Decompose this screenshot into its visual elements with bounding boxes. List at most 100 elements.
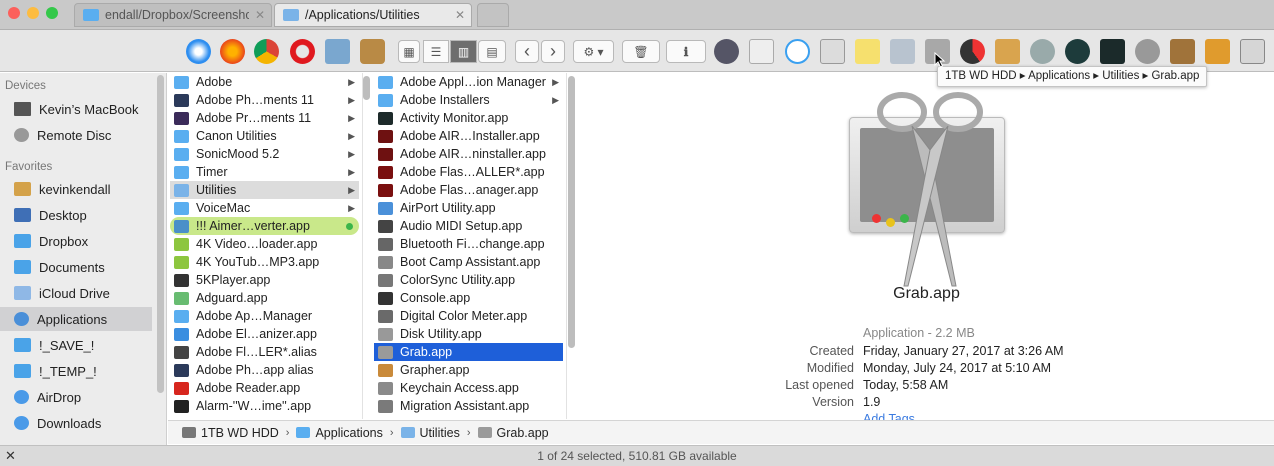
column-item[interactable]: SonicMood 5.2 ▶	[170, 145, 359, 163]
column-item[interactable]: Adobe Installers ▶	[374, 91, 563, 109]
column-item[interactable]: AirPort Utility.app	[374, 199, 563, 217]
view-column-mode-button[interactable]: ▥	[450, 40, 477, 63]
column-item[interactable]: Adobe Appl…ion Manager ▶	[374, 73, 563, 91]
column-item[interactable]: 4K YouTub…MP3.app	[170, 253, 359, 271]
column-1-scrollbar[interactable]	[363, 76, 370, 100]
view-list-mode-button[interactable]: ☰	[423, 40, 449, 63]
pocket-app-icon[interactable]	[785, 39, 810, 64]
sidebar-item-macbook[interactable]: Kevin’s MacBook	[0, 97, 152, 121]
image-capture-icon[interactable]	[890, 39, 915, 64]
firefox-icon[interactable]	[220, 39, 245, 64]
opera-icon[interactable]	[290, 39, 315, 64]
column-item[interactable]: Adobe Flas…anager.app	[374, 181, 563, 199]
close-tab-icon[interactable]: ✕	[255, 8, 265, 22]
column-item-label: Console.app	[400, 291, 471, 305]
column-item[interactable]: Activity Monitor.app	[374, 109, 563, 127]
stickies-icon[interactable]	[855, 39, 880, 64]
view-icon-mode-button[interactable]: ▦	[398, 40, 420, 63]
column-item[interactable]: Canon Utilities ▶	[170, 127, 359, 145]
sidebar-item-home[interactable]: kevinkendall	[0, 177, 152, 201]
sidebar-item-airdrop[interactable]: AirDrop	[0, 385, 152, 409]
column-item[interactable]: VoiceMac ▶	[170, 199, 359, 217]
column-item[interactable]: Timer ▶	[170, 163, 359, 181]
column-2-scrollbar[interactable]	[568, 76, 575, 348]
list-app-icon[interactable]	[820, 39, 845, 64]
back-button[interactable]: ‹	[515, 40, 539, 63]
minimize-window-button[interactable]	[27, 7, 39, 19]
column-item-label: Adobe Flas…ALLER*.app	[400, 165, 545, 179]
sidebar-item-dropbox[interactable]: Dropbox	[0, 229, 152, 253]
trash-button[interactable]: 🗑	[622, 40, 660, 63]
path-segment[interactable]: Grab.app	[477, 426, 549, 440]
sidebar-item-desktop[interactable]: Desktop	[0, 203, 152, 227]
disk-utility-icon[interactable]	[1170, 39, 1195, 64]
network-radar-icon[interactable]	[960, 39, 985, 64]
column-utilities: Adobe Appl…ion Manager ▶ Adobe Installers ▶…	[372, 73, 567, 419]
column-item[interactable]: Grab.app	[374, 343, 563, 361]
column-item[interactable]: Migration Assistant.app	[374, 397, 563, 415]
column-item[interactable]: Adobe ▶	[170, 73, 359, 91]
get-info-button[interactable]: ℹ	[666, 40, 706, 63]
path-segment[interactable]: Utilities	[400, 426, 460, 440]
column-item[interactable]: !!! Aimer…verter.app	[170, 217, 359, 235]
column-item[interactable]: Adobe AIR…Installer.app	[374, 127, 563, 145]
printer-icon[interactable]	[1240, 39, 1265, 64]
utility-tools-icon[interactable]	[1135, 39, 1160, 64]
column-item[interactable]: Grapher.app	[374, 361, 563, 379]
radar-icon[interactable]	[1065, 39, 1090, 64]
column-item[interactable]: 5KPlayer.app	[170, 271, 359, 289]
sidebar-item-applications[interactable]: Applications	[0, 307, 152, 331]
toolbox-icon[interactable]	[1205, 39, 1230, 64]
activity-monitor-icon[interactable]	[1100, 39, 1125, 64]
column-item[interactable]: Adguard.app	[170, 289, 359, 307]
sidebar-item-remote-disc[interactable]: Remote Disc	[0, 123, 152, 147]
close-tab-icon[interactable]: ✕	[455, 8, 465, 22]
sidebar-scrollbar[interactable]	[157, 75, 164, 393]
column-item[interactable]: Adobe Fl…LER*.alias	[170, 343, 359, 361]
launchpad-icon[interactable]	[714, 39, 739, 64]
zoom-window-button[interactable]	[46, 7, 58, 19]
sidebar-item-temp[interactable]: !_TEMP_!	[0, 359, 152, 383]
column-item[interactable]: Disk Utility.app	[374, 325, 563, 343]
preview-app-icon[interactable]	[325, 39, 350, 64]
tab-screenshots[interactable]: endall/Dropbox/Screenshots ✕	[74, 3, 272, 27]
column-item[interactable]: Adobe Ap…Manager	[170, 307, 359, 325]
sidebar-item-downloads[interactable]: Downloads	[0, 411, 152, 435]
contacts-icon[interactable]	[360, 39, 385, 64]
column-item[interactable]: Adobe El…anizer.app	[170, 325, 359, 343]
close-sidebar-icon[interactable]: ✕	[5, 446, 16, 466]
textedit-icon[interactable]	[749, 39, 774, 64]
path-segment[interactable]: Applications	[296, 426, 383, 440]
stethoscope-icon[interactable]	[1030, 39, 1055, 64]
column-item[interactable]: Adobe Ph…ments 11 ▶	[170, 91, 359, 109]
archive-utility-icon[interactable]	[995, 39, 1020, 64]
chrome-icon[interactable]	[254, 39, 279, 64]
column-item[interactable]: Alarm-''W…ime''.app	[170, 397, 359, 415]
path-segment[interactable]: 1TB WD HDD	[182, 426, 279, 440]
column-item[interactable]: Adobe Pr…ments 11 ▶	[170, 109, 359, 127]
tab-utilities[interactable]: /Applications/Utilities ✕	[274, 3, 472, 27]
column-item[interactable]: Adobe AIR…ninstaller.app	[374, 145, 563, 163]
close-window-button[interactable]	[8, 7, 20, 19]
new-tab-button[interactable]	[477, 3, 509, 27]
column-item[interactable]: Console.app	[374, 289, 563, 307]
sidebar-item-documents[interactable]: Documents	[0, 255, 152, 279]
column-item[interactable]: Adobe Ph…app alias	[170, 361, 359, 379]
sidebar-item-save[interactable]: !_SAVE_!	[0, 333, 152, 357]
forward-button[interactable]: ›	[541, 40, 565, 63]
column-item[interactable]: ColorSync Utility.app	[374, 271, 563, 289]
column-item[interactable]: Digital Color Meter.app	[374, 307, 563, 325]
column-item[interactable]: Utilities ▶	[170, 181, 359, 199]
sidebar: Devices Kevin’s MacBook Remote Disc Favo…	[0, 73, 167, 446]
action-menu-button[interactable]: ⚙ ▾	[573, 40, 614, 63]
column-item[interactable]: 4K Video…loader.app	[170, 235, 359, 253]
sidebar-item-icloud-drive[interactable]: iCloud Drive	[0, 281, 152, 305]
column-item[interactable]: Bluetooth Fi…change.app	[374, 235, 563, 253]
column-item[interactable]: Audio MIDI Setup.app	[374, 217, 563, 235]
safari-icon[interactable]	[186, 39, 211, 64]
column-item[interactable]: Adobe Flas…ALLER*.app	[374, 163, 563, 181]
view-coverflow-mode-button[interactable]: ▤	[478, 40, 506, 63]
column-item[interactable]: Keychain Access.app	[374, 379, 563, 397]
column-item[interactable]: Adobe Reader.app	[170, 379, 359, 397]
column-item[interactable]: Boot Camp Assistant.app	[374, 253, 563, 271]
